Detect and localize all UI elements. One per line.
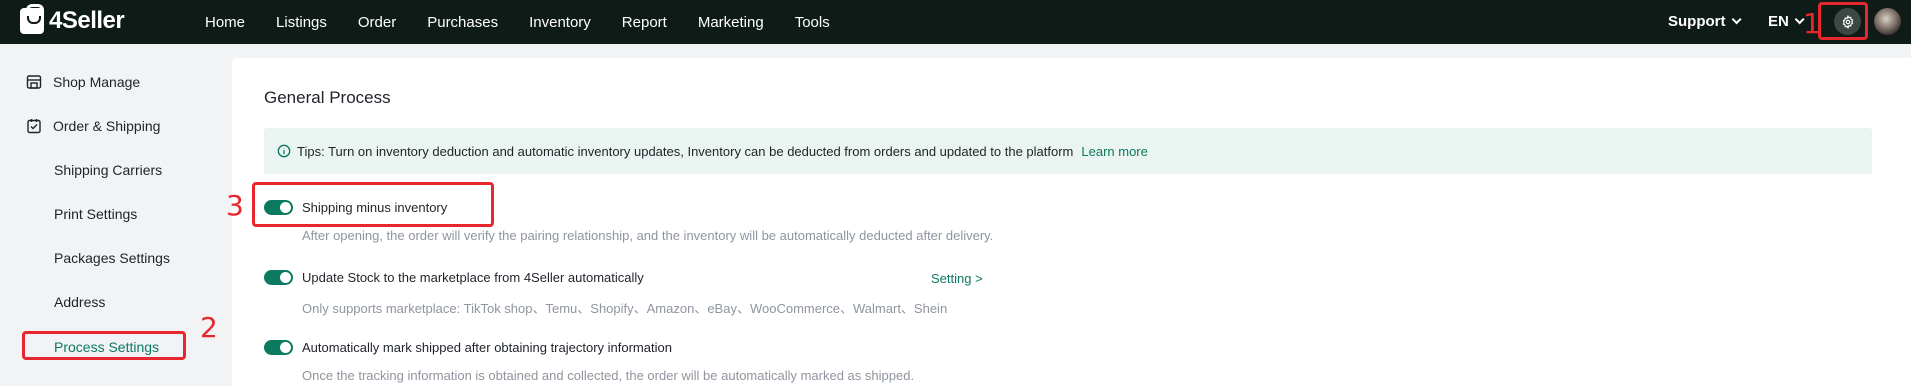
option-update-stock: Update Stock to the marketplace from 4Se… <box>264 270 644 285</box>
auto-mark-shipped-toggle[interactable] <box>264 340 293 355</box>
option-label: Automatically mark shipped after obtaini… <box>302 340 672 355</box>
nav-item-tools[interactable]: Tools <box>795 14 830 31</box>
annotation-number-3: 3 <box>226 189 244 222</box>
shop-icon <box>26 75 42 89</box>
sidebar-item-print-settings[interactable]: Print Settings <box>54 206 137 222</box>
annotation-number-1: 1 <box>1803 7 1821 40</box>
language-menu[interactable]: EN <box>1768 13 1805 30</box>
annotation-number-2: 2 <box>200 311 218 344</box>
chevron-down-icon <box>1731 14 1742 25</box>
order-shipping-icon <box>27 119 41 134</box>
tips-banner: Tips: Turn on inventory deduction and au… <box>264 128 1872 174</box>
main-nav: Home Listings Order Purchases Inventory … <box>205 0 861 44</box>
nav-item-inventory[interactable]: Inventory <box>529 14 591 31</box>
sidebar-item-packages-settings[interactable]: Packages Settings <box>54 250 170 266</box>
option-description: Only supports marketplace: TikTok shop、T… <box>302 301 948 316</box>
sidebar-item-shipping-carriers[interactable]: Shipping Carriers <box>54 162 162 178</box>
top-navigation-bar: 4Seller Home Listings Order Purchases In… <box>0 0 1911 44</box>
annotation-box-settings <box>1818 2 1868 40</box>
option-label: Update Stock to the marketplace from 4Se… <box>302 270 644 285</box>
bag-logo-icon <box>20 4 44 34</box>
tips-text: Tips: Turn on inventory deduction and au… <box>297 143 1074 159</box>
support-menu[interactable]: Support <box>1668 13 1742 30</box>
nav-item-home[interactable]: Home <box>205 14 245 31</box>
info-icon <box>277 144 291 158</box>
sidebar-item-shop-manage[interactable]: Shop Manage <box>26 74 140 90</box>
brand-name: 4Seller <box>49 7 125 34</box>
option-auto-mark-shipped: Automatically mark shipped after obtaini… <box>264 340 672 355</box>
sidebar-item-label: Shop Manage <box>53 74 141 90</box>
update-stock-toggle[interactable] <box>264 270 293 285</box>
nav-item-order[interactable]: Order <box>358 14 396 31</box>
brand-logo[interactable]: 4Seller <box>20 4 125 35</box>
support-label: Support <box>1668 13 1726 30</box>
page-title: General Process <box>264 88 391 107</box>
nav-item-purchases[interactable]: Purchases <box>427 14 498 31</box>
annotation-box-shipping-minus-inventory <box>252 182 494 227</box>
learn-more-link[interactable]: Learn more <box>1081 144 1147 159</box>
user-avatar[interactable] <box>1874 8 1901 35</box>
sidebar-item-label: Order & Shipping <box>53 118 161 134</box>
option-description: After opening, the order will verify the… <box>302 228 994 243</box>
nav-item-listings[interactable]: Listings <box>276 14 327 31</box>
language-label: EN <box>1768 13 1789 30</box>
update-stock-setting-link[interactable]: Setting > <box>931 271 983 286</box>
nav-item-marketing[interactable]: Marketing <box>698 14 764 31</box>
sidebar-item-address[interactable]: Address <box>54 294 105 310</box>
sidebar-item-order-shipping[interactable]: Order & Shipping <box>26 118 160 134</box>
annotation-box-process-settings <box>22 331 186 360</box>
option-description: Once the tracking information is obtaine… <box>302 368 915 383</box>
nav-item-report[interactable]: Report <box>622 14 667 31</box>
